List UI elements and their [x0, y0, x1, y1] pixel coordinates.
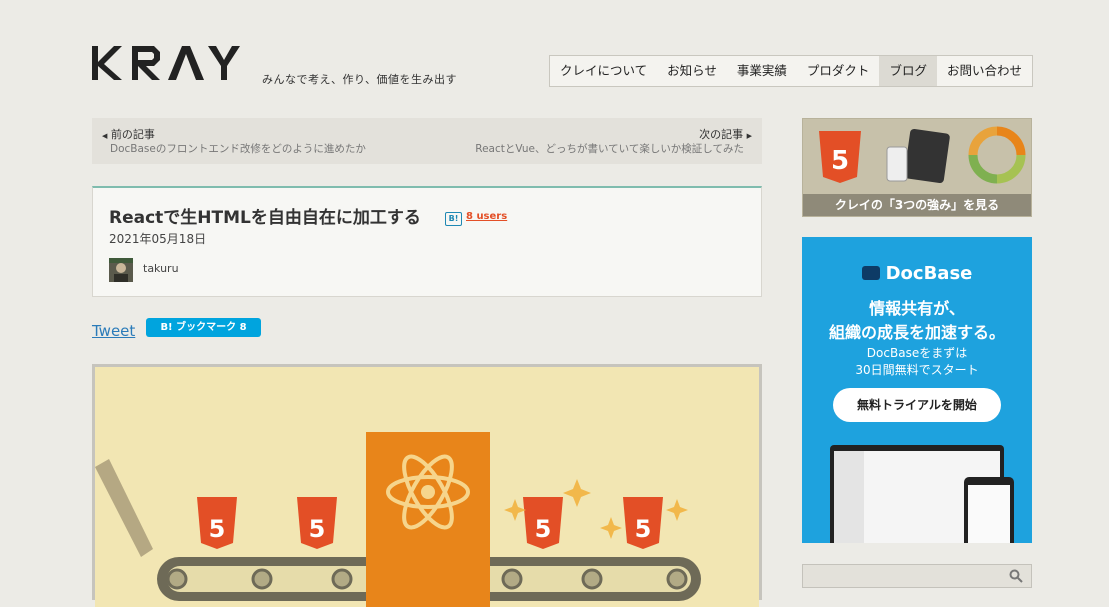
article-header: Reactで生HTMLを自由自在に加工する B! 8 users 2021年05…: [92, 186, 762, 297]
cycle-arrows-icon: [968, 126, 1026, 184]
html5-shield-icon: 5: [197, 497, 237, 549]
docbase-subtext: DocBaseをまずは 30日間無料でスタート: [855, 346, 979, 377]
tagline: みんなで考え、作り、価値を生み出す: [262, 73, 458, 86]
article-date: 2021年05月18日: [109, 232, 207, 246]
global-nav: クレイについて お知らせ 事業実績 プロダクト ブログ お問い合わせ: [549, 55, 1033, 87]
search-box[interactable]: [802, 564, 1032, 588]
html5-shield-icon: 5: [623, 497, 663, 549]
devices-icon: [886, 128, 950, 184]
search-input[interactable]: [807, 568, 1007, 586]
hero-image: 5 5 5 5: [92, 364, 762, 607]
author-name: takuru: [143, 262, 179, 275]
article-title: Reactで生HTMLを自由自在に加工する: [109, 208, 421, 228]
nav-products[interactable]: プロダクト: [797, 56, 880, 86]
prev-label[interactable]: ◀ 前の記事: [102, 126, 155, 142]
docbase-headline: 情報共有が、 組織の成長を加速する。: [828, 299, 1005, 342]
html5-shield-icon: 5: [819, 131, 861, 183]
nav-contact[interactable]: お問い合わせ: [937, 56, 1032, 86]
strengths-illustration: 5: [819, 126, 1026, 184]
docbase-ad[interactable]: DocBase 情報共有が、 組織の成長を加速する。 DocBaseをまずは 3…: [802, 237, 1032, 543]
author-avatar: [109, 258, 133, 282]
docbase-brand: DocBase: [802, 263, 1032, 284]
docbase-logo-icon: [861, 266, 880, 280]
nav-blog[interactable]: ブログ: [879, 56, 937, 86]
bookmark-users-link[interactable]: 8 users: [466, 211, 507, 222]
svg-text:5: 5: [209, 515, 226, 543]
article-pager: ◀ 前の記事 DocBaseのフロントエンド改修をどのように進めたか 次の記事 …: [92, 118, 762, 164]
strengths-banner[interactable]: 5 クレイの「3つの強み」を見る: [802, 118, 1032, 217]
react-factory-illustration: 5 5 5 5: [95, 432, 701, 607]
avatar-icon: [109, 258, 133, 282]
next-label[interactable]: 次の記事 ▶: [699, 126, 752, 142]
docbase-screens-illustration: [830, 445, 1014, 543]
next-article-link[interactable]: ReactとVue、どっちが書いていて楽しいか検証してみた: [475, 141, 744, 156]
strengths-link-text: クレイの「3つの強み」を見る: [803, 194, 1031, 216]
svg-text:5: 5: [309, 515, 326, 543]
html5-shield-icon: 5: [523, 497, 563, 549]
caret-left-icon: ◀: [102, 132, 108, 140]
nav-about[interactable]: クレイについて: [550, 56, 657, 86]
prev-article-link[interactable]: DocBaseのフロントエンド改修をどのように進めたか: [110, 141, 366, 156]
caret-right-icon: ▶: [746, 132, 752, 140]
hatena-bookmark-button[interactable]: B! ブックマーク 8: [146, 318, 261, 337]
svg-text:5: 5: [831, 146, 849, 176]
html5-shield-icon: 5: [297, 497, 337, 549]
svg-text:5: 5: [535, 515, 552, 543]
free-trial-button[interactable]: 無料トライアルを開始: [833, 388, 1001, 422]
tweet-link[interactable]: Tweet: [92, 322, 135, 340]
search-icon[interactable]: [1009, 569, 1023, 583]
kray-logo-icon: [92, 46, 240, 80]
hatena-bookmark-icon[interactable]: B!: [445, 212, 462, 226]
svg-text:5: 5: [635, 515, 652, 543]
chute-shape: [95, 459, 153, 557]
nav-news[interactable]: お知らせ: [657, 56, 727, 86]
nav-works[interactable]: 事業実績: [727, 56, 797, 86]
site-logo[interactable]: [92, 44, 244, 88]
